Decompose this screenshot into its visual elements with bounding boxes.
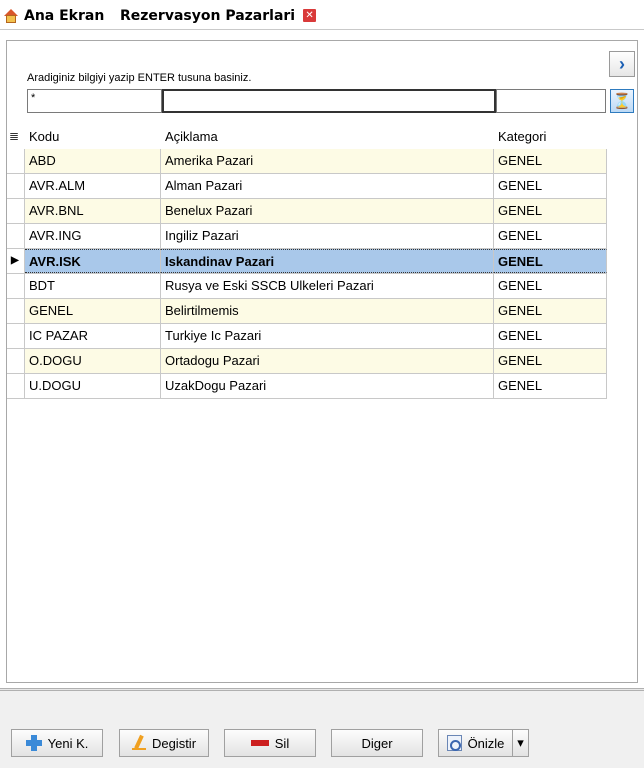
cell-kodu[interactable]: AVR.ALM (25, 174, 161, 198)
cell-kodu[interactable]: AVR.ISK (25, 249, 161, 273)
main-panel: › Aradiginiz bilgiyi yazip ENTER tusuna … (6, 40, 638, 762)
row-indicator[interactable] (7, 274, 25, 298)
row-indicator[interactable]: ▶ (7, 249, 25, 273)
cell-aciklama[interactable]: Benelux Pazari (161, 199, 494, 223)
cell-kodu[interactable]: U.DOGU (25, 374, 161, 398)
grid-header: ≣ Kodu Açiklama Kategori (7, 124, 607, 149)
column-chooser-icon[interactable]: ≣ (7, 124, 25, 149)
degistir-button[interactable]: Degistir (119, 729, 209, 757)
diger-button[interactable]: Diger (331, 729, 423, 757)
cell-aciklama[interactable]: Turkiye Ic Pazari (161, 324, 494, 348)
column-header-kategori[interactable]: Kategori (494, 124, 607, 149)
row-indicator[interactable] (7, 224, 25, 248)
row-indicator[interactable] (7, 349, 25, 373)
pencil-icon (131, 735, 146, 751)
grid-rows: ABD Amerika Pazari GENEL AVR.ALM Alman Pazar… (7, 149, 607, 399)
cell-aciklama[interactable]: Belirtilmemis (161, 299, 494, 323)
cell-kodu[interactable]: ABD (25, 149, 161, 173)
table-row[interactable]: ▶ AVR.ISK Iskandinav Pazari GENEL (7, 249, 607, 274)
filter-clear-button[interactable]: ⏳ (610, 89, 634, 113)
cell-kodu[interactable]: AVR.ING (25, 224, 161, 248)
cell-aciklama[interactable]: Rusya ve Eski SSCB Ulkeleri Pazari (161, 274, 494, 298)
row-indicator[interactable] (7, 374, 25, 398)
filter-aciklama-input[interactable] (162, 89, 496, 113)
cell-aciklama[interactable]: Ingiliz Pazari (161, 224, 494, 248)
cell-kategori[interactable]: GENEL (494, 249, 607, 273)
cell-kategori[interactable]: GENEL (494, 224, 607, 248)
home-icon (4, 8, 18, 23)
chevron-down-icon: ▾ (517, 735, 524, 750)
cell-kategori[interactable]: GENEL (494, 324, 607, 348)
cell-aciklama[interactable]: Amerika Pazari (161, 149, 494, 173)
bottom-toolbar: Yeni K. Degistir Sil Diger Önizle ▾ (0, 691, 644, 768)
degistir-label: Degistir (151, 735, 197, 751)
onizle-dropdown-button[interactable]: ▾ (512, 729, 529, 757)
row-indicator[interactable] (7, 324, 25, 348)
filter-kategori-input[interactable] (496, 89, 606, 113)
diger-label: Diger (361, 735, 393, 751)
table-row[interactable]: GENEL Belirtilmemis GENEL (7, 299, 607, 324)
row-indicator[interactable] (7, 199, 25, 223)
tab-label: Ana Ekran (24, 7, 105, 24)
column-header-kodu[interactable]: Kodu (25, 124, 161, 149)
onizle-label: Önizle (467, 735, 505, 751)
cell-kodu[interactable]: O.DOGU (25, 349, 161, 373)
yeni-kayit-button[interactable]: Yeni K. (11, 729, 103, 757)
cell-kategori[interactable]: GENEL (494, 299, 607, 323)
preview-icon (446, 735, 462, 751)
filter-kodu-input[interactable]: * (27, 89, 162, 113)
close-icon[interactable]: ✕ (303, 9, 317, 22)
cell-aciklama[interactable]: UzakDogu Pazari (161, 374, 494, 398)
cell-kategori[interactable]: GENEL (494, 199, 607, 223)
table-row[interactable]: O.DOGU Ortadogu Pazari GENEL (7, 349, 607, 374)
cell-aciklama[interactable]: Iskandinav Pazari (161, 249, 494, 273)
filter-icon: ⏳ (612, 93, 632, 110)
row-indicator[interactable] (7, 149, 25, 173)
cell-kategori[interactable]: GENEL (494, 349, 607, 373)
cell-kategori[interactable]: GENEL (494, 174, 607, 198)
tab-bar: Ana Ekran Rezervasyon Pazarlari ✕ (0, 0, 644, 30)
tab-rezervasyon-pazarlari[interactable]: Rezervasyon Pazarlari ✕ (120, 2, 335, 29)
table-row[interactable]: U.DOGU UzakDogu Pazari GENEL (7, 374, 607, 399)
next-button[interactable]: › (609, 51, 635, 77)
tab-ana-ekran[interactable]: Ana Ekran (4, 2, 118, 29)
row-indicator[interactable] (7, 174, 25, 198)
cell-kodu[interactable]: BDT (25, 274, 161, 298)
sil-button[interactable]: Sil (224, 729, 316, 757)
cell-kategori[interactable]: GENEL (494, 149, 607, 173)
column-header-aciklama[interactable]: Açiklama (161, 124, 494, 149)
cell-kategori[interactable]: GENEL (494, 374, 607, 398)
table-row[interactable]: AVR.ING Ingiliz Pazari GENEL (7, 224, 607, 249)
table-row[interactable]: IC PAZAR Turkiye Ic Pazari GENEL (7, 324, 607, 349)
cell-kodu[interactable]: IC PAZAR (25, 324, 161, 348)
row-indicator[interactable] (7, 299, 25, 323)
table-row[interactable]: AVR.BNL Benelux Pazari GENEL (7, 199, 607, 224)
cell-aciklama[interactable]: Ortadogu Pazari (161, 349, 494, 373)
minus-icon (250, 740, 269, 746)
table-row[interactable]: ABD Amerika Pazari GENEL (7, 149, 607, 174)
cell-kodu[interactable]: GENEL (25, 299, 161, 323)
cell-aciklama[interactable]: Alman Pazari (161, 174, 494, 198)
chevron-right-icon: › (619, 53, 625, 74)
table-row[interactable]: BDT Rusya ve Eski SSCB Ulkeleri Pazari GEN… (7, 274, 607, 299)
cell-kodu[interactable]: AVR.BNL (25, 199, 161, 223)
tab-label: Rezervasyon Pazarlari (120, 7, 296, 24)
table-row[interactable]: AVR.ALM Alman Pazari GENEL (7, 174, 607, 199)
cell-kategori[interactable]: GENEL (494, 274, 607, 298)
sil-label: Sil (274, 735, 290, 751)
plus-icon (25, 735, 42, 751)
yeni-label: Yeni K. (47, 735, 89, 751)
search-hint: Aradiginiz bilgiyi yazip ENTER tusuna ba… (27, 72, 252, 84)
onizle-button[interactable]: Önizle (438, 729, 513, 757)
